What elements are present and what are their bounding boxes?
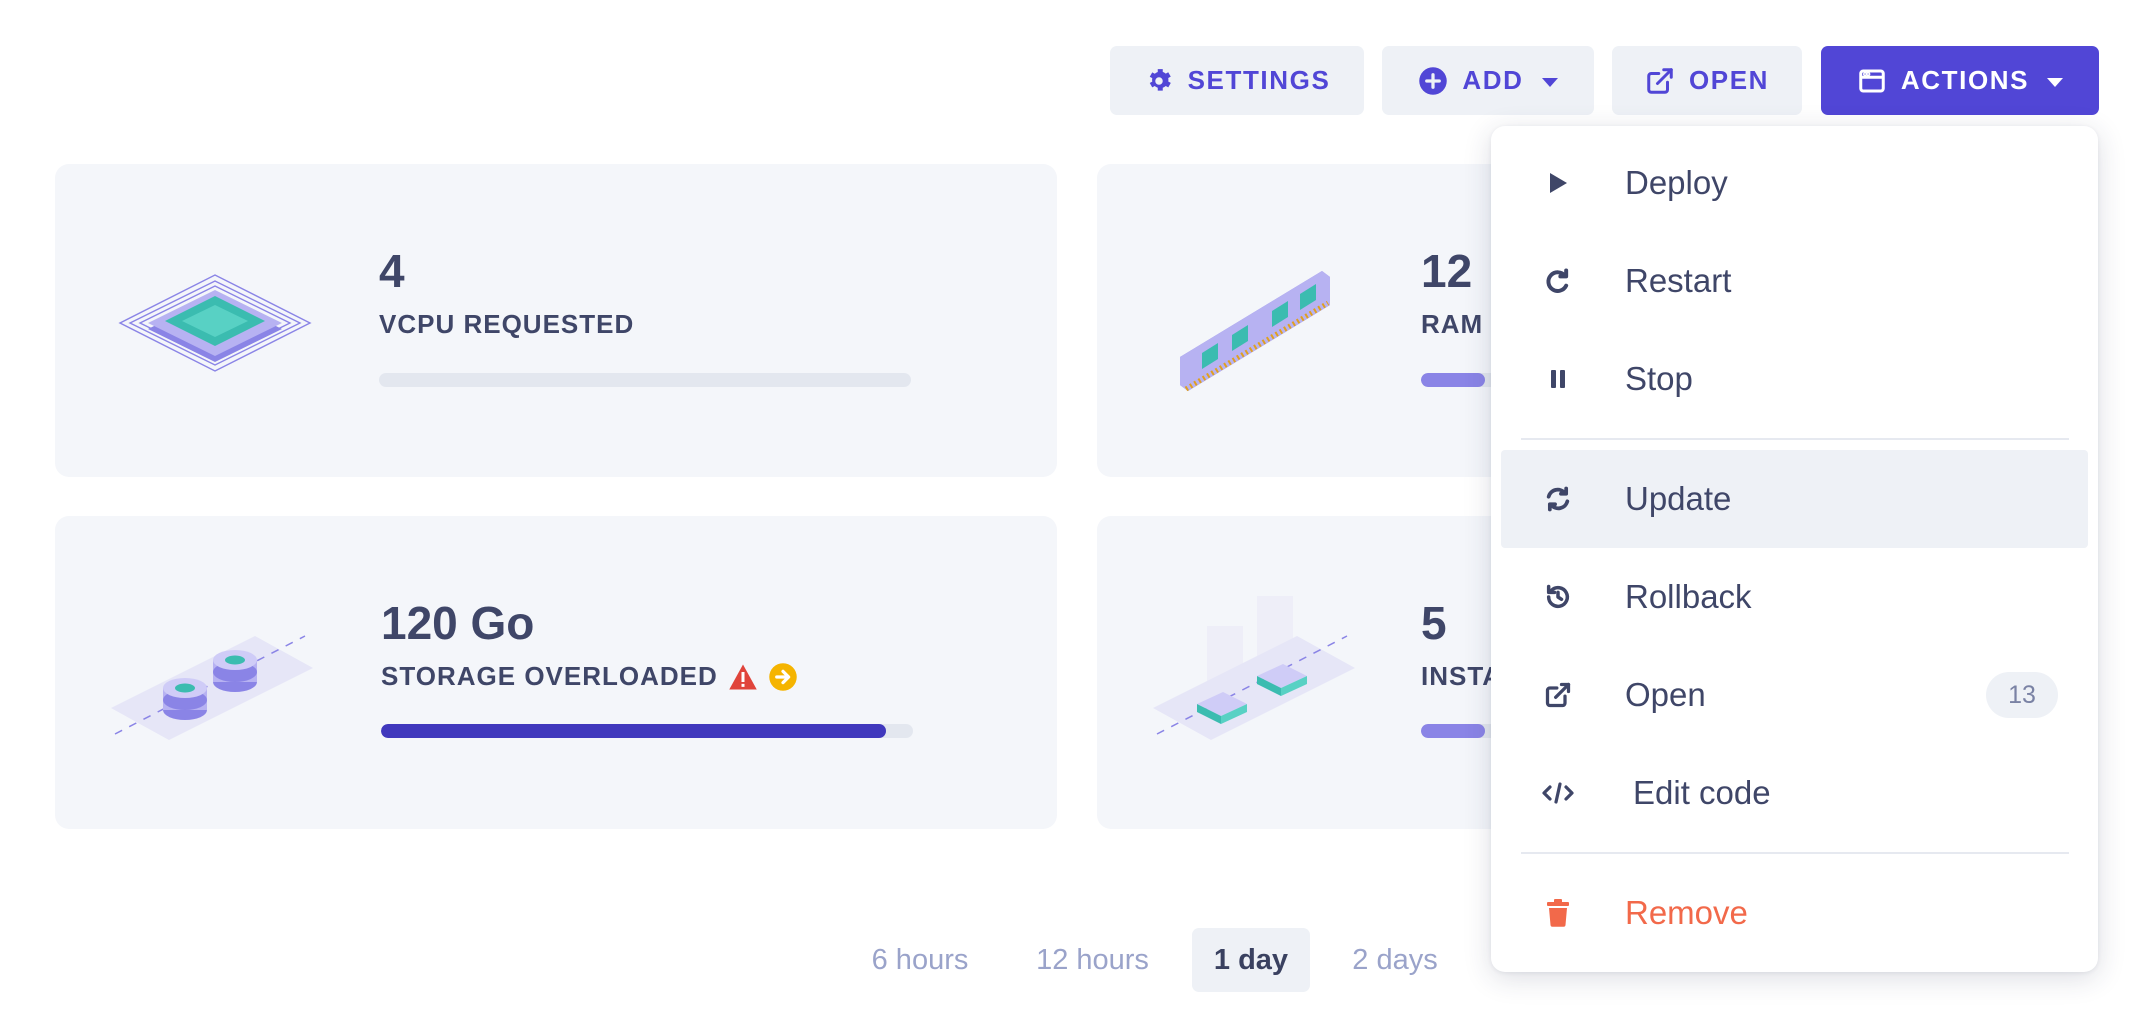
menu-item-restart[interactable]: Restart — [1501, 232, 2088, 330]
instances-label-text: INSTA — [1421, 661, 1503, 691]
menu-item-stop[interactable]: Stop — [1501, 330, 2088, 428]
instances-value: 5 — [1421, 597, 1447, 649]
menu-item-label: Edit code — [1633, 774, 1771, 811]
window-icon — [1859, 69, 1885, 92]
open-label: OPEN — [1688, 65, 1770, 95]
settings-label: SETTINGS — [1187, 65, 1331, 95]
instances-boxes-icon — [1153, 596, 1355, 740]
sync-icon — [1541, 482, 1575, 516]
external-link-icon — [1541, 678, 1575, 712]
menu-item-label: Stop — [1625, 360, 1693, 397]
play-icon — [1541, 166, 1575, 200]
menu-item-label: Deploy — [1625, 164, 1728, 201]
chevron-down-icon — [1541, 77, 1558, 87]
menu-item-rollback[interactable]: Rollback — [1501, 548, 2088, 646]
arrow-circle-icon[interactable] — [768, 662, 798, 692]
pause-icon — [1541, 362, 1575, 396]
storage-label-text: STORAGE OVERLOADED — [381, 661, 718, 691]
cpu-chip-icon — [118, 274, 312, 372]
instances-progress-fill — [1421, 724, 1485, 738]
menu-item-label: Update — [1625, 480, 1732, 517]
count-badge: 13 — [1986, 672, 2058, 718]
menu-item-label: Open — [1625, 676, 1706, 713]
ram-module-icon — [1180, 271, 1330, 392]
vcpu-label: VCPU REQUESTED — [379, 309, 634, 340]
add-label: ADD — [1462, 65, 1524, 95]
storage-label: STORAGE OVERLOADED — [381, 661, 798, 692]
vcpu-progress-bar — [379, 373, 911, 387]
menu-item-open[interactable]: Open 13 — [1501, 646, 2088, 744]
storage-progress-bar — [381, 724, 913, 738]
plus-circle-icon — [1419, 66, 1448, 95]
storage-progress-fill — [381, 724, 887, 738]
external-link-icon — [1647, 67, 1673, 94]
trash-icon — [1541, 896, 1575, 930]
menu-divider — [1521, 438, 2069, 440]
storage-card: 120 Go STORAGE OVERLOADED — [55, 516, 1057, 829]
open-button[interactable]: OPEN — [1612, 46, 1802, 115]
add-button[interactable]: ADD — [1382, 46, 1594, 115]
ram-label: RAM — [1421, 309, 1483, 340]
menu-item-label: Rollback — [1625, 578, 1752, 615]
settings-button[interactable]: SETTINGS — [1110, 46, 1364, 115]
ram-value: 12 — [1421, 245, 1473, 297]
restart-icon — [1541, 264, 1575, 298]
menu-item-deploy[interactable]: Deploy — [1501, 134, 2088, 232]
ram-label-text: RAM — [1421, 309, 1484, 339]
code-icon — [1541, 776, 1575, 810]
menu-item-label: Restart — [1625, 262, 1732, 299]
time-tab-1-day[interactable]: 1 day — [1192, 928, 1310, 992]
warning-triangle-icon — [729, 664, 757, 689]
menu-item-remove[interactable]: Remove — [1501, 864, 2088, 962]
storage-value: 120 Go — [381, 597, 535, 649]
vcpu-label-text: VCPU REQUESTED — [379, 309, 635, 339]
history-icon — [1541, 580, 1575, 614]
ram-progress-fill — [1421, 373, 1485, 387]
time-tab-2-days[interactable]: 2 days — [1335, 928, 1455, 992]
actions-dropdown-menu: Deploy Restart Stop Update Rollback Open… — [1491, 126, 2098, 972]
menu-item-update[interactable]: Update — [1501, 450, 2088, 548]
instances-label: INSTA — [1421, 661, 1502, 692]
storage-disks-icon — [111, 635, 313, 740]
gear-icon — [1149, 68, 1171, 91]
actions-label: ACTIONS — [1900, 65, 2030, 95]
menu-item-edit-code[interactable]: Edit code — [1501, 744, 2088, 842]
menu-item-label: Remove — [1625, 894, 1748, 931]
time-tab-6-hours[interactable]: 6 hours — [850, 928, 990, 992]
actions-button[interactable]: ACTIONS — [1821, 46, 2099, 115]
vcpu-card: 4 VCPU REQUESTED — [55, 164, 1057, 477]
menu-divider — [1521, 852, 2069, 854]
vcpu-value: 4 — [379, 245, 405, 297]
chevron-down-icon — [2047, 77, 2064, 87]
time-tab-12-hours[interactable]: 12 hours — [1020, 928, 1165, 992]
